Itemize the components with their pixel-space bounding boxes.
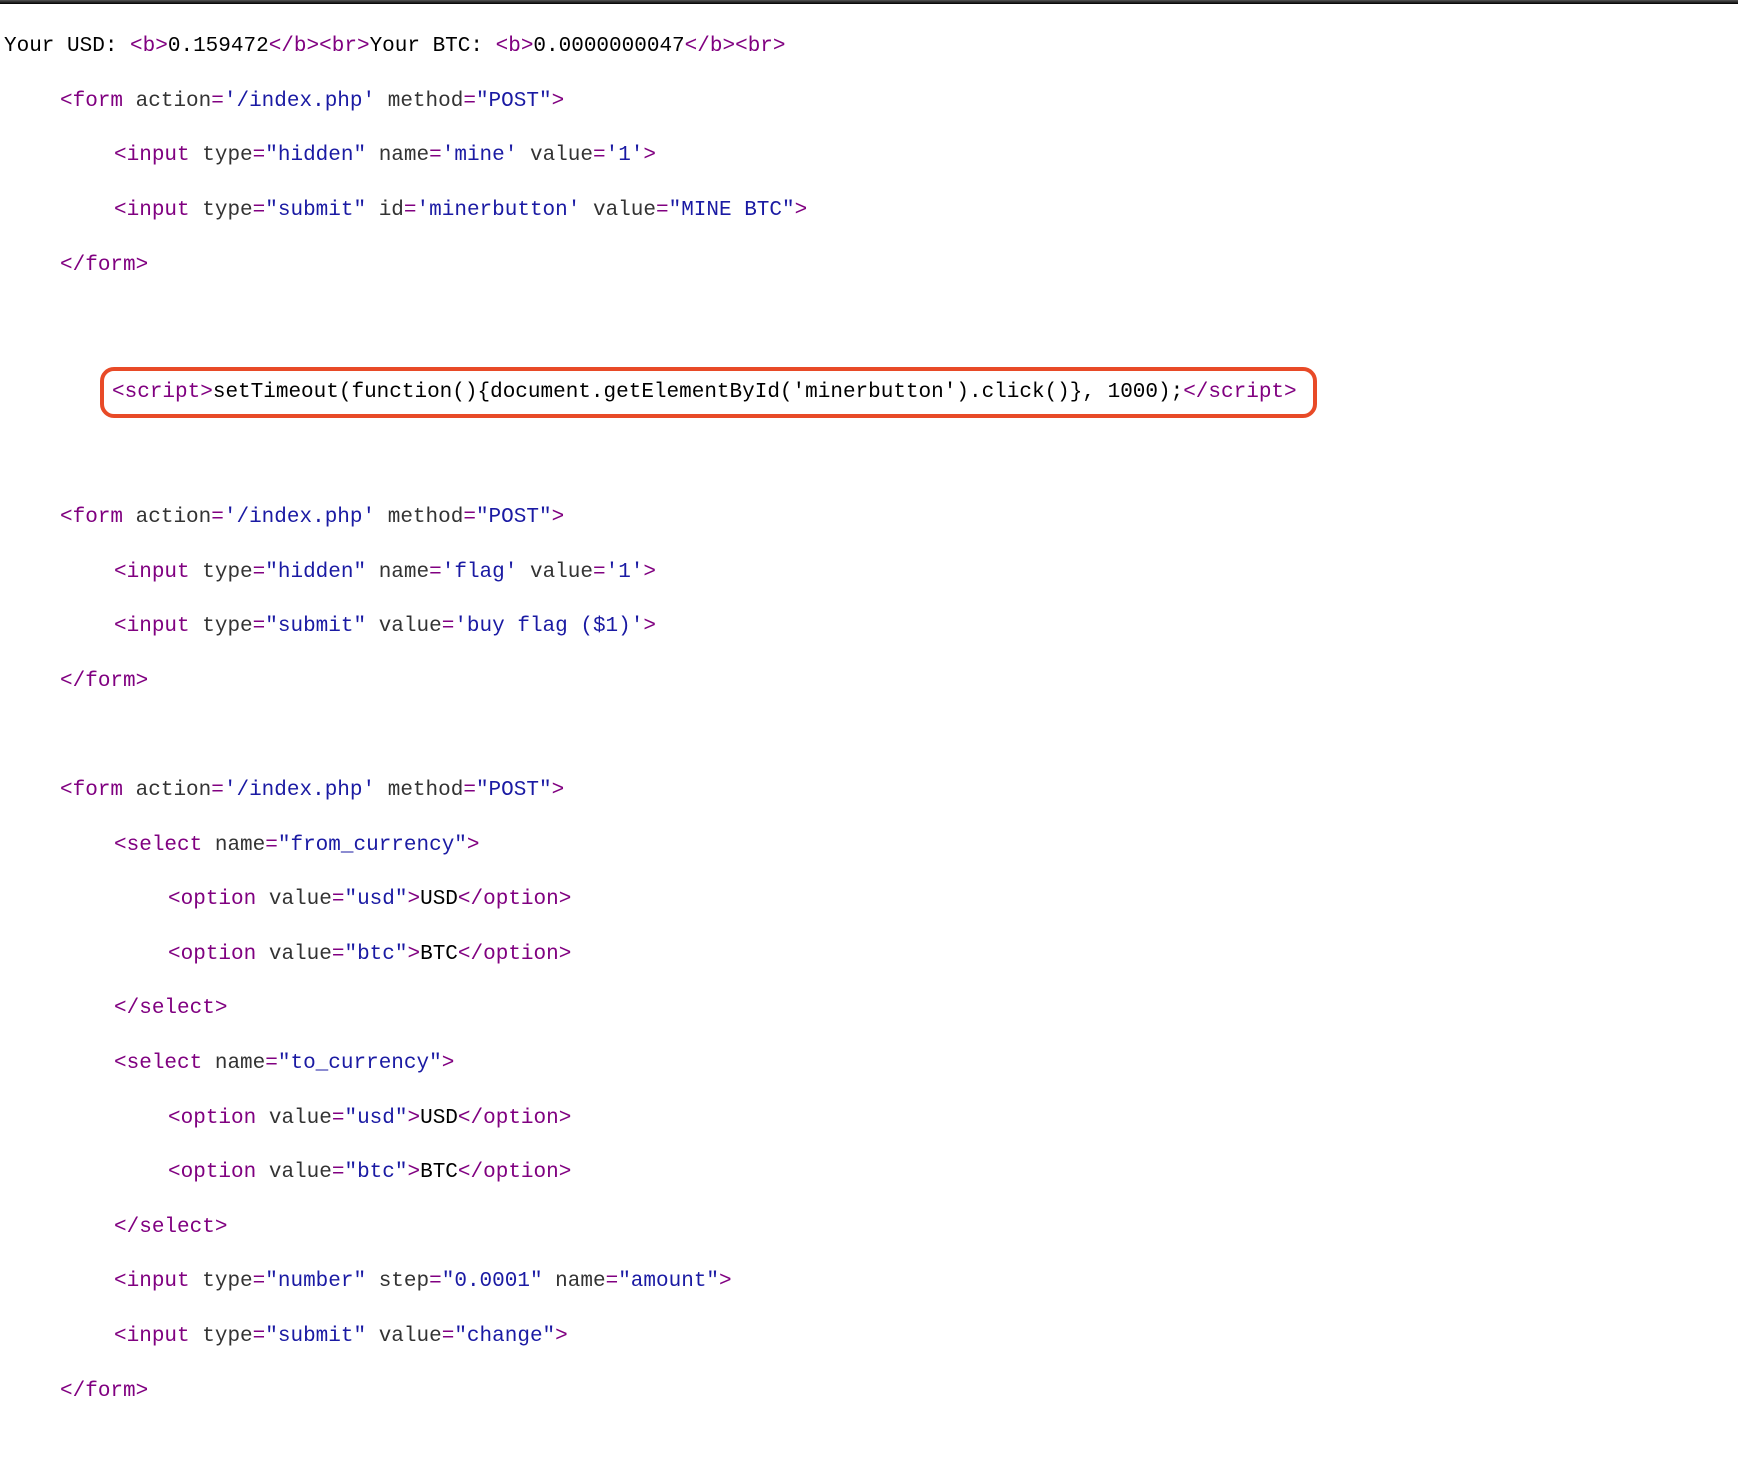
select-from-open: <select name="from_currency"> [0, 832, 1738, 859]
balance-line: Your USD: <b>0.159472</b><br>Your BTC: <… [0, 33, 1738, 60]
option-to-btc: <option value="btc">BTC</option> [0, 1159, 1738, 1186]
btc-balance: 0.0000000047 [533, 35, 684, 58]
select-to-close: </select> [0, 1214, 1738, 1241]
input-hidden-mine: <input type="hidden" name='mine' value='… [0, 142, 1738, 169]
form-flag-close: </form> [0, 668, 1738, 695]
form-flag-open: <form action='/index.php' method="POST"> [0, 504, 1738, 531]
injected-js: setTimeout(function(){document.getElemen… [213, 381, 1183, 404]
form-change-close: </form> [0, 1378, 1738, 1405]
select-from-close: </select> [0, 995, 1738, 1022]
highlighted-script-line: <script>setTimeout(function(){document.g… [0, 361, 1738, 422]
form-mine-open: <form action='/index.php' method="POST"> [0, 88, 1738, 115]
option-to-usd: <option value="usd">USD</option> [0, 1105, 1738, 1132]
usd-balance: 0.159472 [168, 35, 269, 58]
option-from-btc: <option value="btc">BTC</option> [0, 941, 1738, 968]
option-from-usd: <option value="usd">USD</option> [0, 886, 1738, 913]
html-source-view: Your USD: <b>0.159472</b><br>Your BTC: <… [0, 4, 1738, 1462]
input-submit-flag: <input type="submit" value='buy flag ($1… [0, 613, 1738, 640]
input-number-amount: <input type="number" step="0.0001" name=… [0, 1268, 1738, 1295]
input-submit-mine: <input type="submit" id='minerbutton' va… [0, 197, 1738, 224]
form-mine-close: </form> [0, 252, 1738, 279]
highlight-box: <script>setTimeout(function(){document.g… [100, 367, 1317, 418]
input-hidden-flag: <input type="hidden" name='flag' value='… [0, 559, 1738, 586]
form-change-open: <form action='/index.php' method="POST"> [0, 777, 1738, 804]
select-to-open: <select name="to_currency"> [0, 1050, 1738, 1077]
input-submit-change: <input type="submit" value="change"> [0, 1323, 1738, 1350]
